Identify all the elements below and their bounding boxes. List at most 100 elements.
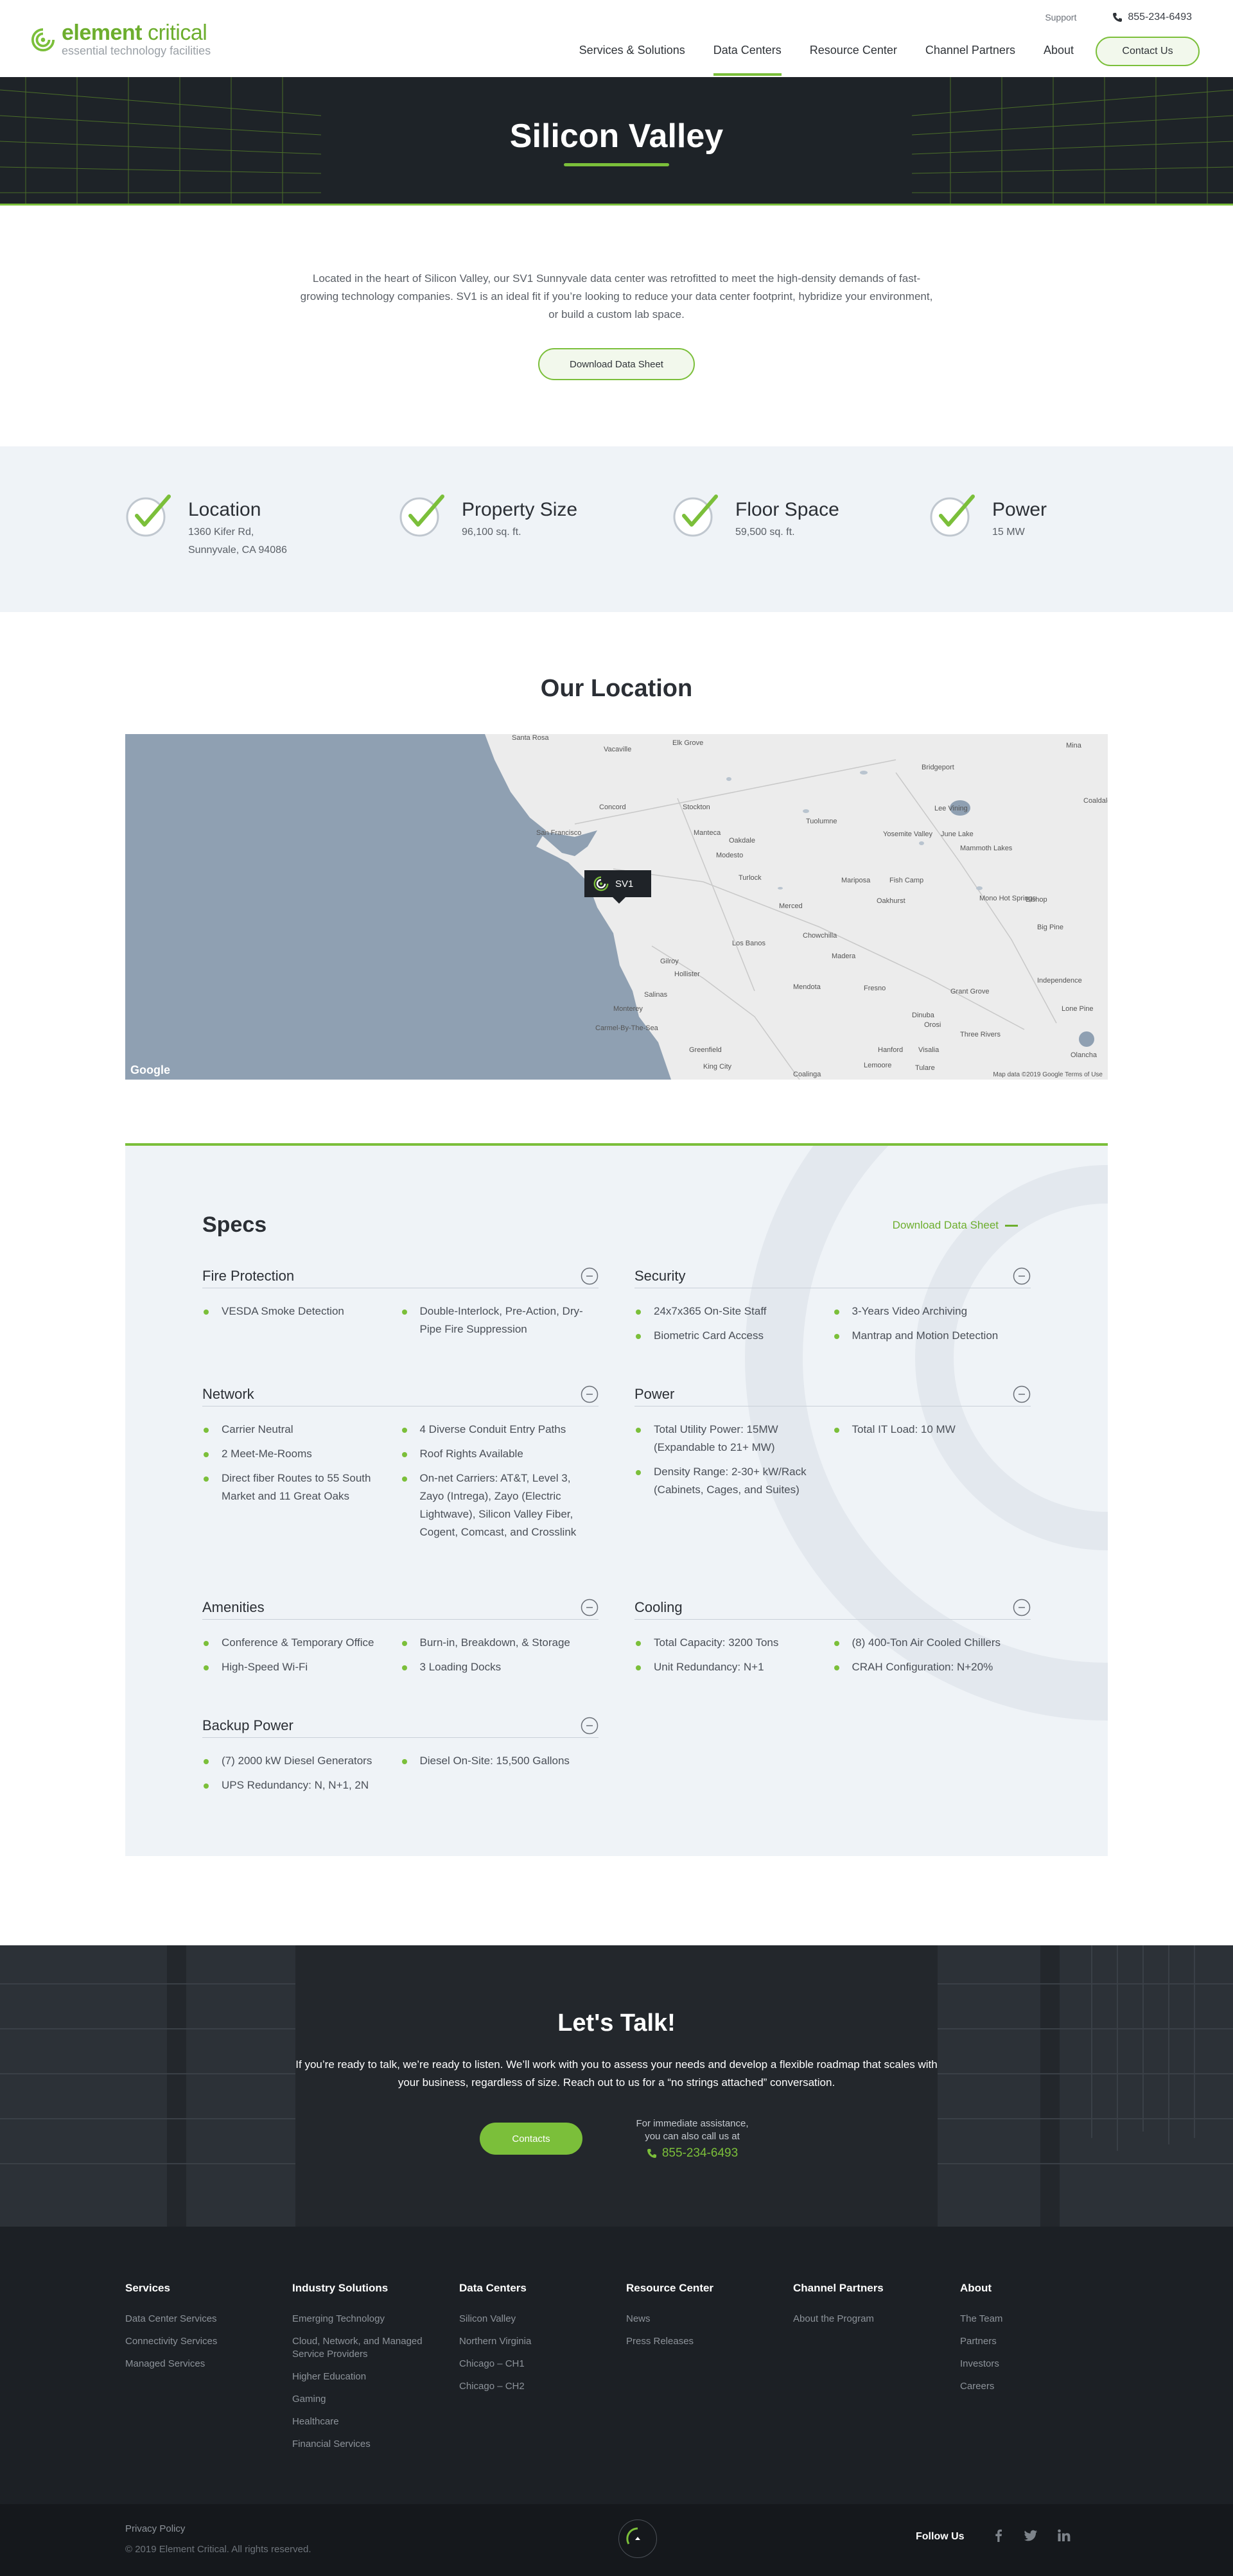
map-city-label: Manteca [694,829,721,837]
location-map[interactable]: Santa Rosa Vacaville Elk Grove Concord S… [125,734,1108,1080]
spec-header[interactable]: Power [634,1382,1031,1406]
collapse-minus-icon[interactable] [1013,1267,1031,1285]
footer-link[interactable]: Cloud, Network, and Managed Service Prov… [292,2335,440,2361]
nav-services-solutions[interactable]: Services & Solutions [579,36,685,76]
contact-us-button[interactable]: Contact Us [1096,37,1200,66]
facebook-icon[interactable] [992,2528,1006,2543]
footer-link[interactable]: Higher Education [292,2370,440,2383]
main-nav: Services & Solutions Data Centers Resour… [565,36,1200,76]
checkmark-circle-icon [399,495,444,537]
footer-link[interactable]: Careers [960,2380,1089,2393]
footer-link[interactable]: The Team [960,2313,1089,2326]
map-city-label: Modesto [716,852,744,859]
map-city-label: Independence [1037,977,1082,985]
map-city-label: Tuolumne [806,818,837,825]
map-city-label: Mono Hot Springs [979,895,1036,902]
logo[interactable]: element critical essential technology fa… [31,22,211,58]
map-city-label: Hanford [878,1046,904,1054]
privacy-policy-link[interactable]: Privacy Policy [125,2523,185,2534]
collapse-minus-icon[interactable] [1013,1385,1031,1403]
logo-name: element critical [62,21,207,45]
collapse-minus-icon[interactable] [581,1599,599,1617]
footer-link[interactable]: News [626,2313,780,2326]
nav-channel-partners[interactable]: Channel Partners [925,36,1015,76]
spec-item: Total Utility Power: 15MW (Expandable to… [634,1421,824,1457]
footer-link[interactable]: Managed Services [125,2358,279,2370]
footer-link[interactable]: Partners [960,2335,1089,2348]
linkedin-icon[interactable] [1057,2528,1071,2543]
footer-link[interactable]: Healthcare [292,2415,440,2428]
contacts-button[interactable]: Contacts [480,2123,582,2155]
collapse-minus-icon[interactable] [581,1267,599,1285]
specs-download-link[interactable]: Download Data Sheet [893,1219,1018,1232]
stat-title: Property Size [462,499,578,520]
map-city-label: Coaldale [1083,797,1108,805]
page-title: Silicon Valley [509,118,724,155]
lets-talk-heading: Let's Talk! [557,2010,676,2037]
footer-link[interactable]: Gaming [292,2393,440,2406]
footer-link[interactable]: Emerging Technology [292,2313,440,2326]
footer-link[interactable]: Chicago – CH1 [459,2358,613,2370]
twitter-icon[interactable] [1024,2528,1038,2543]
map-city-label: Elk Grove [672,739,704,747]
specs-panel: Specs Download Data Sheet Fire Protectio… [125,1143,1108,1856]
map-city-label: Yosemite Valley [883,830,933,838]
footer-link[interactable]: Data Center Services [125,2313,279,2326]
site-header: element critical essential technology fa… [0,0,1233,77]
phone-icon [647,2149,656,2158]
footer-link[interactable]: Connectivity Services [125,2335,279,2348]
map-city-label: Gilroy [660,958,679,965]
footer-link[interactable]: Chicago – CH2 [459,2380,613,2393]
talk-phone-link[interactable]: 855-234-6493 [622,2147,763,2160]
footer-link[interactable]: Northern Virginia [459,2335,613,2348]
map-city-label: Lee Vining [934,805,968,812]
spec-header[interactable]: Network [202,1382,599,1406]
spec-item: On-net Carriers: AT&T, Level 3, Zayo (In… [401,1469,590,1541]
map-city-label: Fresno [864,985,886,992]
collapse-minus-icon[interactable] [581,1385,599,1403]
location-heading: Our Location [540,675,693,702]
stat-property-size: Property Size 96,100 sq. ft. [399,491,577,541]
checkmark-circle-icon [673,495,718,537]
stat-value: 1360 Kifer Rd, [188,527,254,538]
sv1-map-marker[interactable]: SV1 [584,870,651,904]
map-city-label: Three Rivers [960,1031,1001,1038]
nav-about[interactable]: About [1044,36,1074,76]
spec-item: Density Range: 2-30+ kW/Rack (Cabinets, … [634,1463,824,1499]
map-city-label: Turlock [739,874,762,882]
spec-header[interactable]: Fire Protection [202,1264,599,1288]
download-data-sheet-button[interactable]: Download Data Sheet [538,348,695,380]
spec-power: Power Total Utility Power: 15MW (Expanda… [634,1382,1031,1505]
lets-talk-section: Let's Talk! If you’re ready to talk, we’… [0,1945,1233,2227]
footer-link[interactable]: Financial Services [292,2438,440,2451]
map-city-label: Dinuba [912,1012,934,1019]
spec-header[interactable]: Backup Power [202,1713,599,1738]
nav-data-centers[interactable]: Data Centers [713,36,782,76]
back-to-top-button[interactable] [618,2519,657,2558]
nav-resource-center[interactable]: Resource Center [810,36,897,76]
spec-security: Security 24x7x365 On-Site Staff Biometri… [634,1264,1031,1351]
spec-cooling: Cooling Total Capacity: 3200 Tons Unit R… [634,1595,1031,1683]
footer-link[interactable]: About the Program [793,2313,947,2326]
footer-link[interactable]: Press Releases [626,2335,780,2348]
map-city-label: Mendota [793,983,821,991]
map-attribution[interactable]: Map data ©2019 Google Terms of Use [993,1071,1103,1078]
map-city-label: Stockton [683,803,710,811]
header-phone-link[interactable]: 855-234-6493 [1112,12,1192,23]
spec-header[interactable]: Amenities [202,1595,599,1620]
map-city-label: Tulare [915,1064,935,1072]
spec-item: Total Capacity: 3200 Tons [634,1634,824,1652]
collapse-minus-icon[interactable] [1013,1599,1031,1617]
spec-header[interactable]: Cooling [634,1595,1031,1620]
collapse-minus-icon[interactable] [581,1717,599,1735]
spec-header[interactable]: Security [634,1264,1031,1288]
map-city-label: Santa Rosa [512,734,549,742]
footer-link[interactable]: Silicon Valley [459,2313,613,2326]
spec-item: Carrier Neutral [202,1421,392,1439]
follow-us-label: Follow Us [916,2531,965,2542]
support-link[interactable]: Support [1045,12,1076,22]
checkmark-circle-icon [930,495,975,537]
stat-value: Sunnyvale, CA 94086 [188,545,287,556]
footer-link[interactable]: Investors [960,2358,1089,2370]
spec-item: Burn-in, Breakdown, & Storage [401,1634,590,1652]
